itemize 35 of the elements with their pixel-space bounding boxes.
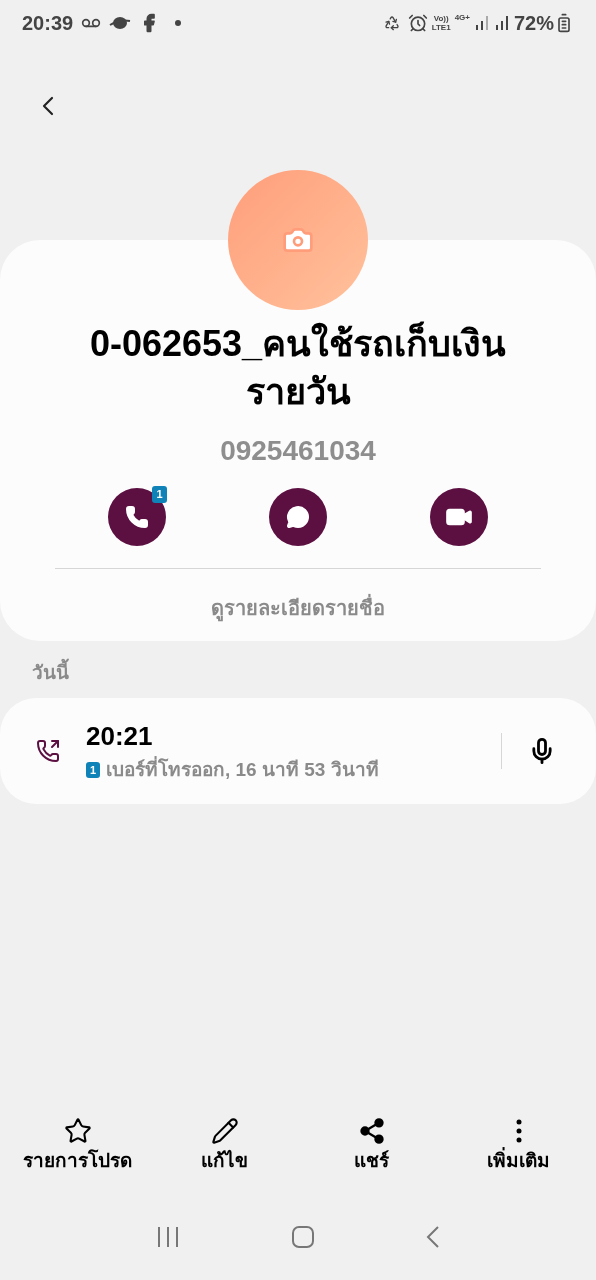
call-log-card[interactable]: 20:21 1 เบอร์ที่โทรออก, 16 นาที 53 วินาที	[0, 697, 596, 804]
call-time: 20:21	[86, 719, 154, 753]
share-icon	[357, 1116, 386, 1145]
phone-number: 0925461034	[220, 434, 376, 468]
more-button[interactable]: เพิ่มเติม	[448, 1116, 589, 1176]
home-icon[interactable]	[291, 1224, 315, 1249]
more-icon	[515, 1118, 522, 1143]
message-button[interactable]	[269, 488, 327, 546]
recent-apps-icon[interactable]	[155, 1225, 180, 1248]
signal-icon	[473, 14, 490, 31]
outgoing-call-icon	[36, 738, 60, 763]
volte-label: Vo))	[433, 13, 449, 23]
planet-icon	[109, 14, 132, 31]
favorite-button[interactable]: รายการโปรด	[7, 1116, 148, 1176]
edit-button[interactable]: แก้ไข	[154, 1116, 295, 1176]
alarm-icon	[407, 12, 428, 33]
call-detail: เบอร์ที่โทรออก, 16 นาที 53 วินาที	[106, 755, 379, 782]
sim-badge: 1	[86, 762, 100, 778]
battery-percent: 72%	[513, 10, 554, 36]
sim-badge: 1	[152, 486, 167, 503]
signal-icon	[493, 14, 510, 31]
phone-icon	[125, 505, 149, 529]
contact-name: 0-062653_คนใช้รถเก็บเงินรายวัน	[88, 320, 508, 414]
chat-bubble-icon	[286, 505, 310, 529]
status-time: 20:39	[22, 10, 74, 36]
battery-saver-icon	[383, 14, 400, 31]
call-button[interactable]: 1	[108, 488, 166, 546]
lte-label: LTE1	[431, 22, 451, 32]
network-label: 4G+	[454, 12, 470, 24]
section-heading: วันนี้	[0, 659, 596, 688]
star-icon	[63, 1116, 92, 1145]
pencil-icon	[210, 1116, 239, 1145]
share-button[interactable]: แชร์	[301, 1116, 442, 1176]
video-button[interactable]	[430, 488, 488, 546]
back-nav-icon[interactable]	[426, 1224, 441, 1249]
